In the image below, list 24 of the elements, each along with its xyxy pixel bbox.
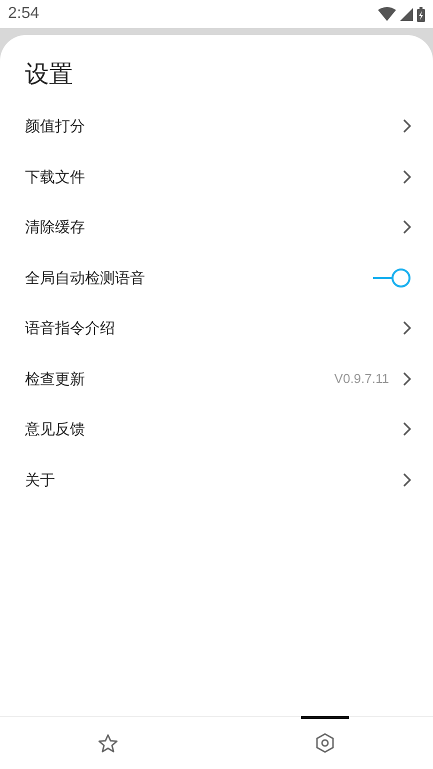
chevron-icon	[403, 321, 411, 336]
battery-icon	[417, 6, 425, 22]
signal-icon	[400, 8, 413, 20]
settings-item[interactable]: 关于	[25, 468, 403, 491]
settings-item[interactable]: 下载文件	[25, 166, 403, 188]
toggle-switch[interactable]	[373, 268, 411, 288]
chevron-icon	[403, 220, 411, 234]
settings-item[interactable]: 语音指令介绍	[25, 317, 403, 340]
settings-item[interactable]: 颜值打分	[25, 115, 403, 138]
chevron-icon	[403, 422, 411, 436]
chevron-icon	[403, 119, 411, 134]
settings-item[interactable]: 全局自动检测语音	[25, 266, 373, 289]
version-text: V0.9.7.11	[334, 370, 389, 388]
settings-item[interactable]: 检查更新	[25, 368, 334, 390]
chevron-icon	[403, 170, 411, 184]
chevron-icon	[403, 472, 411, 487]
chevron-icon	[403, 372, 411, 386]
settings-item[interactable]: 清除缓存	[25, 216, 403, 238]
settings-item[interactable]: 意见反馈	[25, 418, 403, 440]
settings-icon	[316, 733, 334, 753]
status-time: 2:54	[8, 4, 40, 24]
page-title: 设置	[24, 59, 74, 90]
wifi-icon	[378, 7, 396, 21]
star-icon	[98, 734, 118, 752]
